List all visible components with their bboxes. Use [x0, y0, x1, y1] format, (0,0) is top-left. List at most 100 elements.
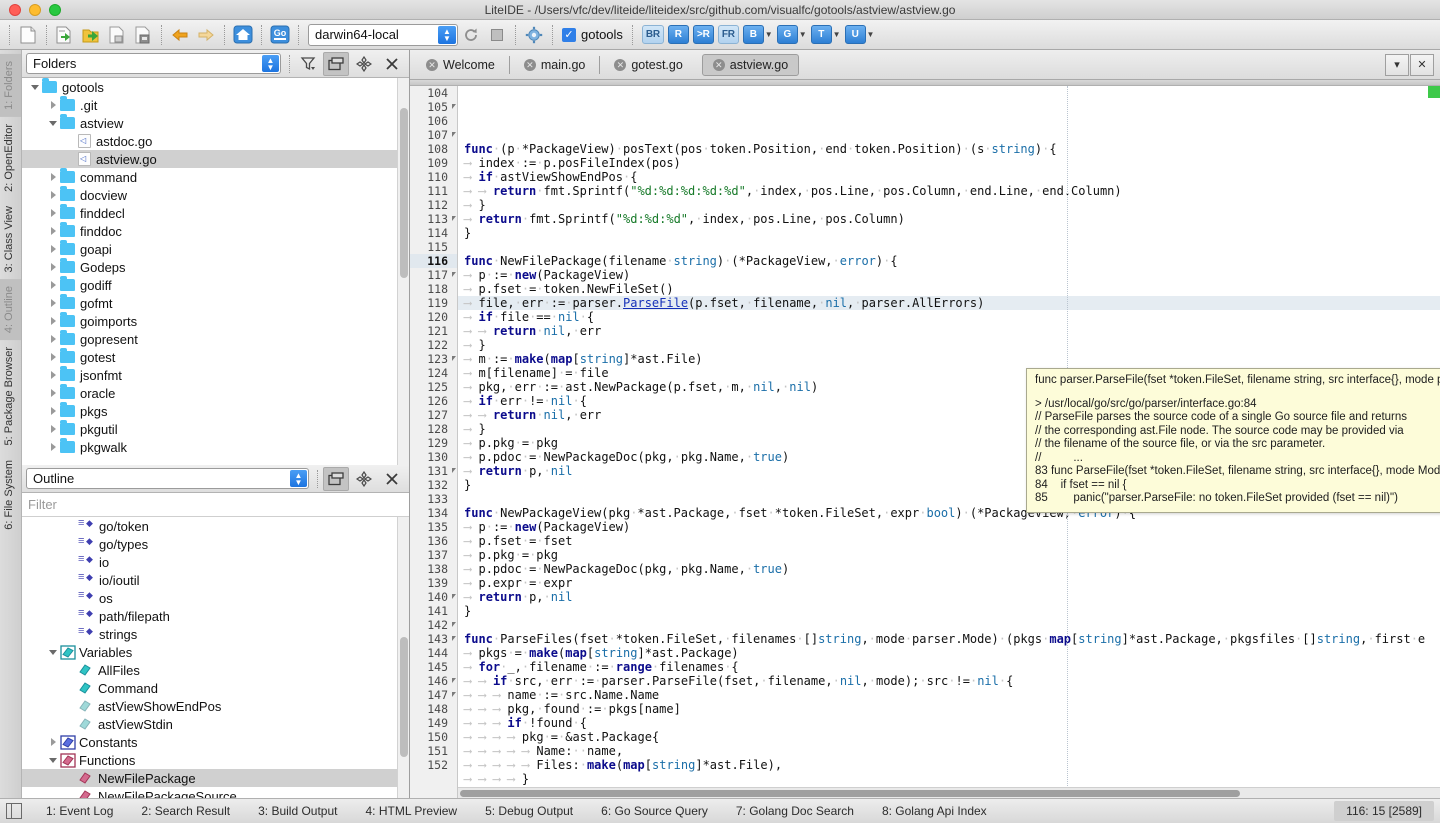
go-menu-button[interactable]: G ▼: [776, 25, 807, 44]
code-line[interactable]: ⟶ ⟶ if·src,·err·:=·parser.ParseFile(fset…: [458, 674, 1440, 688]
tree-item[interactable]: godiff: [22, 276, 409, 294]
file-run-button[interactable]: FR: [717, 25, 739, 44]
side-tab-file-system[interactable]: 6: File System: [0, 453, 21, 537]
scroll-thumb[interactable]: [400, 637, 408, 757]
editor-tab-welcome[interactable]: ✕ Welcome: [416, 54, 505, 76]
code-line[interactable]: ⟶ if·astViewShowEndPos·{: [458, 170, 1440, 184]
filter-icon[interactable]: [295, 52, 321, 76]
outline-tree[interactable]: go/token go/types io io/ioutil os path/filepa…: [22, 517, 409, 798]
fold-marker-icon[interactable]: [452, 678, 456, 683]
tree-item[interactable]: .git: [22, 96, 409, 114]
outline-scrollbar[interactable]: [397, 517, 409, 798]
status-bar-item-search-result[interactable]: 2: Search Result: [127, 804, 244, 818]
fold-marker-icon[interactable]: [452, 356, 456, 361]
run-button[interactable]: R: [667, 25, 689, 44]
chevron-down-icon[interactable]: ▼: [799, 30, 807, 39]
split-view-icon[interactable]: [323, 466, 349, 491]
chevron-updown-icon[interactable]: ▲ ▼: [290, 470, 307, 487]
code-line[interactable]: ⟶ p.pkg·=·pkg: [458, 548, 1440, 562]
test-menu-button[interactable]: T ▼: [810, 25, 841, 44]
code-line[interactable]: ⟶ return·fmt.Sprintf("%d:%d:%d",·index,·…: [458, 212, 1440, 226]
close-panel-icon[interactable]: [379, 52, 405, 76]
stop-icon[interactable]: [484, 23, 510, 47]
code-line[interactable]: ⟶ p.fset·=·token.NewFileSet(): [458, 282, 1440, 296]
tree-item[interactable]: command: [22, 168, 409, 186]
chevron-right-icon[interactable]: [46, 407, 60, 415]
close-panel-icon[interactable]: [379, 467, 405, 491]
fold-marker-icon[interactable]: [452, 216, 456, 221]
tree-item[interactable]: go/token: [22, 517, 409, 535]
status-bar-item-golang-api-index[interactable]: 8: Golang Api Index: [868, 804, 1001, 818]
chevron-right-icon[interactable]: [46, 209, 60, 217]
tree-item[interactable]: Command: [22, 679, 409, 697]
close-icon[interactable]: ✕: [523, 58, 536, 71]
status-bar-item-go-source-query[interactable]: 6: Go Source Query: [587, 804, 722, 818]
code-line[interactable]: ⟶ p.fset·=·fset: [458, 534, 1440, 548]
chevron-right-icon[interactable]: [46, 335, 60, 343]
home-icon[interactable]: [230, 23, 256, 47]
tree-item[interactable]: NewFilePackageSource: [22, 787, 409, 798]
chevron-right-icon[interactable]: [46, 299, 60, 307]
code-line[interactable]: func·ParseFiles(fset·*token.FileSet,·fil…: [458, 632, 1440, 646]
code-line[interactable]: ⟶ p·:=·new(PackageView): [458, 520, 1440, 534]
chevron-down-icon[interactable]: ▼: [833, 30, 841, 39]
code-line[interactable]: func·(p·*PackageView)·posText(pos·token.…: [458, 142, 1440, 156]
chevron-right-icon[interactable]: [46, 281, 60, 289]
outline-panel-combo[interactable]: Outline ▲ ▼: [26, 468, 309, 489]
chevron-down-icon[interactable]: [28, 84, 42, 90]
chevron-down-icon[interactable]: [46, 649, 60, 655]
chevron-right-icon[interactable]: [46, 425, 60, 433]
parsefile-symbol-link[interactable]: ParseFile: [623, 296, 688, 310]
tree-item[interactable]: AllFiles: [22, 661, 409, 679]
chevron-right-icon[interactable]: [46, 371, 60, 379]
code-line[interactable]: ⟶ p·:=·new(PackageView): [458, 268, 1440, 282]
folders-panel-combo[interactable]: Folders ▲ ▼: [26, 53, 281, 74]
open-file-icon[interactable]: [52, 23, 78, 47]
outline-filter-input[interactable]: Filter: [22, 493, 409, 517]
code-line[interactable]: ⟶ file,·err·:=·parser.ParseFile(p.fset,·…: [458, 296, 1440, 310]
tree-item[interactable]: Constants: [22, 733, 409, 751]
code-line[interactable]: ⟶ ⟶ ⟶ if·!found·{: [458, 716, 1440, 730]
maximize-window-button[interactable]: [49, 3, 61, 16]
code-line[interactable]: [458, 240, 1440, 254]
folders-scrollbar[interactable]: [397, 78, 409, 465]
split-view-icon[interactable]: [323, 51, 349, 76]
chevron-right-icon[interactable]: [46, 389, 60, 397]
build-run-button[interactable]: BR: [641, 25, 664, 44]
tree-item[interactable]: io: [22, 553, 409, 571]
code-line[interactable]: ⟶ }: [458, 338, 1440, 352]
build-menu-button[interactable]: B ▼: [742, 25, 773, 44]
fold-marker-icon[interactable]: [452, 104, 456, 109]
close-window-button[interactable]: [9, 3, 21, 16]
chevron-right-icon[interactable]: [46, 227, 60, 235]
tree-item[interactable]: Functions: [22, 751, 409, 769]
tree-item[interactable]: jsonfmt: [22, 366, 409, 384]
tree-item[interactable]: astdoc.go: [22, 132, 409, 150]
save-file-icon[interactable]: [104, 23, 130, 47]
fold-marker-icon[interactable]: [452, 692, 456, 697]
chevron-right-icon[interactable]: [46, 191, 60, 199]
tree-item[interactable]: Variables: [22, 643, 409, 661]
close-icon[interactable]: ✕: [614, 58, 627, 71]
forward-icon[interactable]: [193, 23, 219, 47]
tree-item-selected[interactable]: astview.go: [22, 150, 409, 168]
tree-item[interactable]: finddoc: [22, 222, 409, 240]
tree-item[interactable]: oracle: [22, 384, 409, 402]
scroll-thumb[interactable]: [460, 790, 1240, 797]
chevron-right-icon[interactable]: [46, 738, 60, 746]
chevron-right-icon[interactable]: [46, 317, 60, 325]
chevron-right-icon[interactable]: [46, 245, 60, 253]
code-line[interactable]: ⟶ ⟶ return·nil,·err: [458, 324, 1440, 338]
tree-item[interactable]: os: [22, 589, 409, 607]
reload-icon[interactable]: [458, 23, 484, 47]
go-icon[interactable]: Go: [267, 23, 293, 47]
chevron-down-icon[interactable]: [46, 120, 60, 126]
chevron-down-icon[interactable]: [46, 757, 60, 763]
fold-marker-icon[interactable]: [452, 132, 456, 137]
run-cmd-button[interactable]: >R: [692, 25, 714, 44]
code-line[interactable]: ⟶ p.pdoc·=·NewPackageDoc(pkg,·pkg.Name,·…: [458, 562, 1440, 576]
tree-item[interactable]: finddecl: [22, 204, 409, 222]
tree-item[interactable]: docview: [22, 186, 409, 204]
chevron-right-icon[interactable]: [46, 443, 60, 451]
tree-item[interactable]: strings: [22, 625, 409, 643]
